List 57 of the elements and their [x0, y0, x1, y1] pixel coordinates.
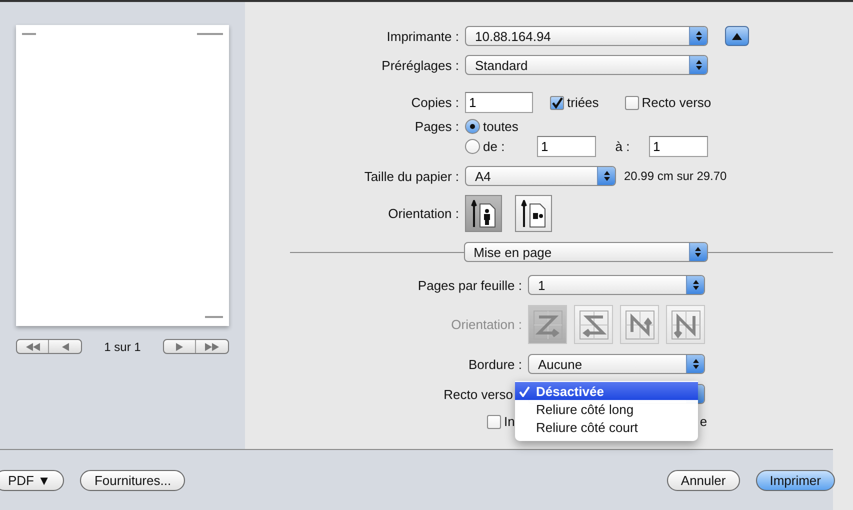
- paper-dimensions: 20.99 cm sur 29.70: [624, 169, 727, 183]
- border-label: Bordure :: [468, 356, 522, 372]
- left-triangle-icon: [62, 342, 68, 350]
- border-popup[interactable]: Aucune: [528, 354, 705, 374]
- orientation-button[interactable]: [515, 195, 552, 232]
- up-down-arrows-icon: [602, 170, 610, 182]
- right-triangle-icon: [176, 342, 183, 350]
- pages-per-sheet-label: Pages par feuille :: [416, 278, 522, 292]
- presets-label: Préréglages :: [380, 58, 459, 72]
- dialog-button[interactable]: Annuler: [666, 470, 740, 490]
- up-down-arrows-icon: [694, 30, 702, 42]
- up-down-arrows-icon: [694, 246, 702, 258]
- up-down-arrows-icon: [692, 358, 700, 370]
- menu-item[interactable]: Reliure côté court: [515, 418, 698, 436]
- pages-per-sheet-popup[interactable]: 1: [528, 275, 705, 295]
- checkmark-icon: [519, 386, 530, 396]
- dialog-button[interactable]: Imprimer: [756, 470, 835, 490]
- to-label: à :: [614, 139, 631, 154]
- double-left-triangle-icon: [26, 342, 40, 350]
- portrait-person-icon: [470, 200, 496, 228]
- checkmark-icon: [551, 96, 563, 108]
- to-page-field[interactable]: 1: [649, 136, 708, 157]
- copies-label: Copies :: [410, 95, 459, 110]
- menu-item[interactable]: Reliure côté long: [515, 400, 698, 418]
- presets-popup[interactable]: Standard: [465, 55, 708, 75]
- radio-option[interactable]: toutes: [465, 119, 853, 134]
- paper-size-popup[interactable]: A4: [465, 166, 616, 186]
- collapse-details-button[interactable]: [725, 26, 749, 46]
- section-popup[interactable]: Mise en page: [464, 242, 708, 262]
- copies-field[interactable]: 1: [465, 92, 533, 113]
- checkbox-option[interactable]: triées: [550, 95, 599, 110]
- layout-direction-label: Orientation :: [450, 317, 522, 332]
- pages-label: Pages :: [414, 119, 459, 134]
- dialog-button[interactable]: PDF ▼: [0, 470, 64, 490]
- up-down-arrows-icon: [694, 59, 702, 71]
- radio-option[interactable]: de :: [465, 139, 529, 154]
- page-counter: 1 sur 1: [104, 340, 141, 354]
- up-down-arrows-icon: [692, 279, 700, 291]
- layout-direction-icon: [622, 308, 656, 342]
- checkbox-label-fragment: e: [700, 414, 708, 429]
- orientation-button[interactable]: [465, 195, 502, 232]
- checkbox-option[interactable]: Recto verso: [624, 95, 712, 110]
- layout-direction-icon: [530, 308, 564, 342]
- dialog-button[interactable]: Fournitures...: [80, 470, 186, 490]
- checkbox-option[interactable]: In: [487, 414, 515, 429]
- printer-label: Imprimante :: [386, 28, 459, 44]
- from-page-field[interactable]: 1: [537, 136, 596, 157]
- orientation-label: Orientation :: [387, 206, 459, 221]
- paper-size-label: Taille du papier :: [363, 168, 459, 184]
- menu-item[interactable]: Désactivée: [515, 382, 698, 400]
- layout-direction-icon: [668, 308, 702, 342]
- printer-popup[interactable]: 10.88.164.94: [465, 26, 708, 46]
- double-right-triangle-icon: [205, 342, 219, 350]
- up-triangle-icon: [732, 32, 742, 40]
- two-sided-label: Recto verso: [442, 386, 514, 402]
- layout-direction-icon: [576, 308, 610, 342]
- landscape-person-icon: [520, 200, 546, 228]
